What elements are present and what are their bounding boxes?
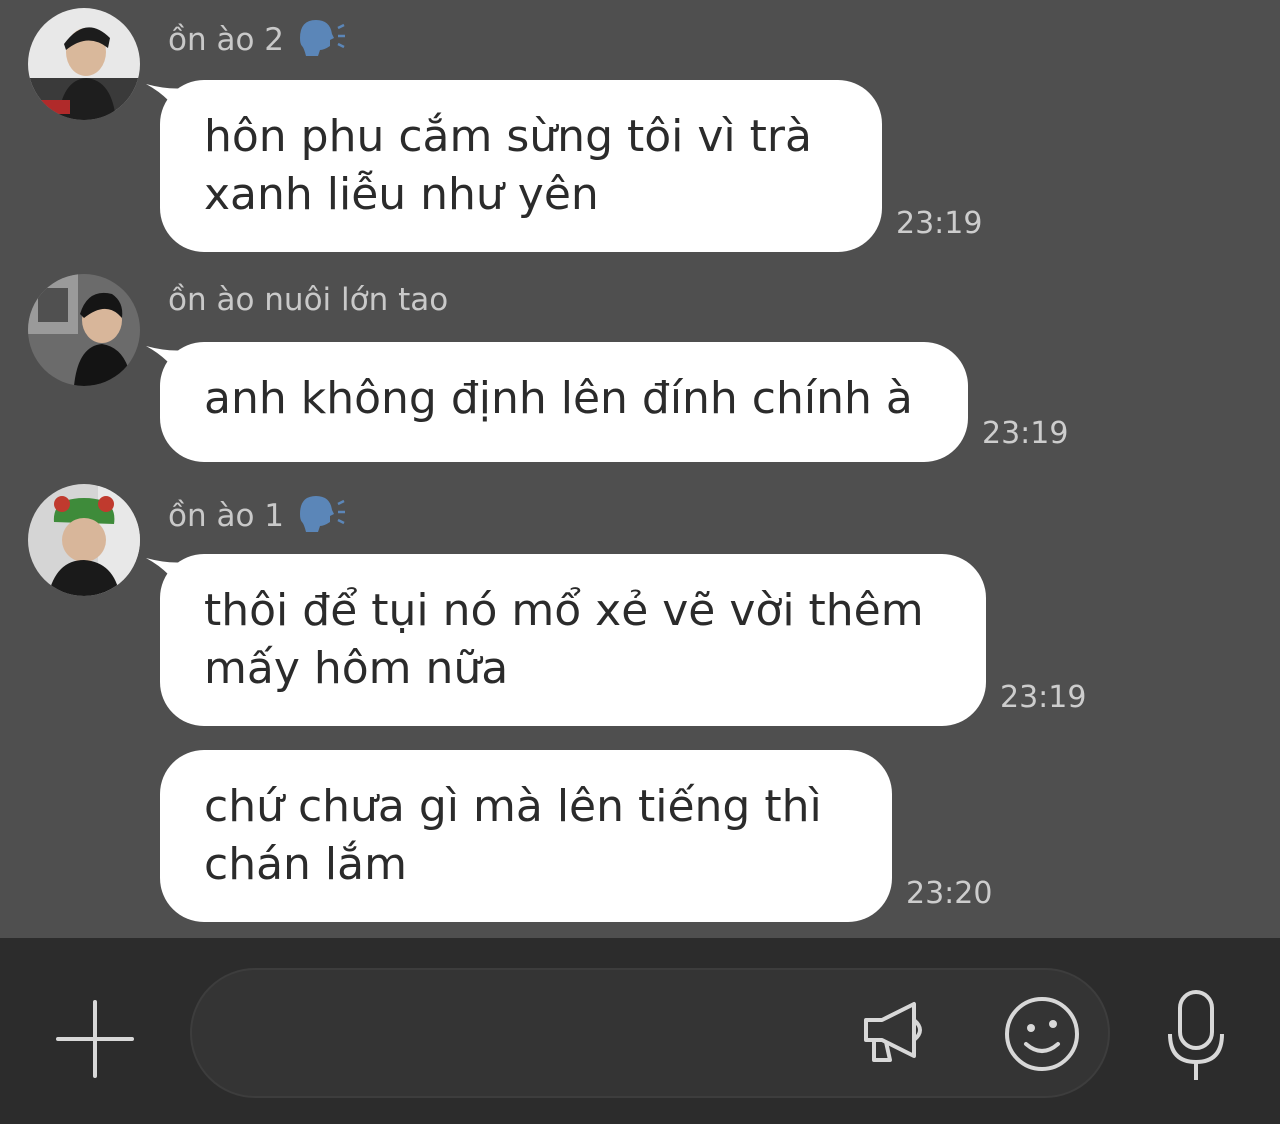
sender-name: ồn ào nuôi lớn tao — [168, 282, 448, 318]
sender-name: ồn ào 1 — [168, 492, 346, 540]
microphone-button[interactable] — [1160, 988, 1232, 1088]
speaking-head-icon — [296, 16, 346, 64]
user-photo-icon — [28, 8, 140, 120]
megaphone-icon — [864, 1002, 922, 1062]
emoji-button[interactable] — [1002, 994, 1082, 1078]
message-time: 23:20 — [906, 876, 993, 911]
message-text: chứ chưa gì mà lên tiếng thì chán lắm — [204, 781, 822, 890]
megaphone-button[interactable] — [860, 996, 932, 1072]
speaking-head-icon — [296, 492, 346, 540]
sender-label: ồn ào nuôi lớn tao — [168, 282, 449, 318]
user-photo-icon — [28, 274, 140, 386]
message-time: 23:19 — [982, 416, 1069, 451]
composer-bar — [0, 938, 1280, 1124]
message-time: 23:19 — [1000, 680, 1087, 715]
chat-area: ồn ào 2 hôn phu cắm sừng tôi vì trà xanh… — [0, 0, 1280, 938]
message-text: anh không định lên đính chính à — [204, 373, 913, 424]
avatar[interactable] — [28, 8, 140, 120]
message-text: thôi để tụi nó mổ xẻ vẽ vời thêm mấy hôm… — [204, 585, 924, 694]
plus-icon — [56, 1000, 134, 1078]
sender-label: ồn ào 2 — [168, 22, 285, 58]
sender-label: ồn ào 1 — [168, 498, 285, 534]
user-photo-icon — [28, 484, 140, 596]
message-text: hôn phu cắm sừng tôi vì trà xanh liễu nh… — [204, 111, 812, 220]
sender-name: ồn ào 2 — [168, 16, 346, 64]
message-input[interactable] — [190, 968, 1110, 1098]
message-bubble[interactable]: anh không định lên đính chính à — [160, 342, 968, 462]
microphone-icon — [1168, 990, 1224, 1080]
message-bubble[interactable]: thôi để tụi nó mổ xẻ vẽ vời thêm mấy hôm… — [160, 554, 986, 726]
emoji-icon — [1005, 997, 1079, 1071]
avatar[interactable] — [28, 274, 140, 386]
avatar[interactable] — [28, 484, 140, 596]
message-bubble[interactable]: hôn phu cắm sừng tôi vì trà xanh liễu nh… — [160, 80, 882, 252]
add-attachment-button[interactable] — [50, 994, 140, 1084]
message-time: 23:19 — [896, 206, 983, 241]
message-bubble[interactable]: chứ chưa gì mà lên tiếng thì chán lắm — [160, 750, 892, 922]
